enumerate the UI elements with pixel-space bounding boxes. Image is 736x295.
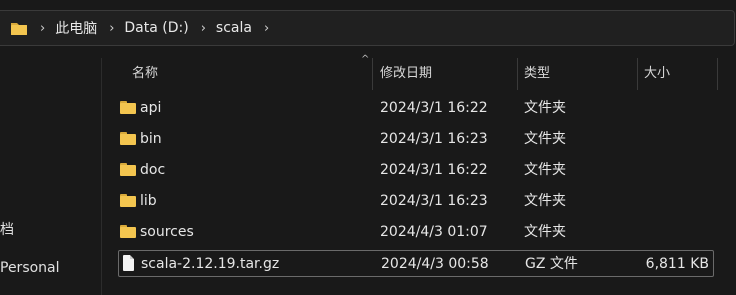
file-name: api	[140, 100, 162, 116]
sidebar-divider	[101, 58, 102, 295]
breadcrumb-item-data-drive[interactable]: Data (D:)	[124, 20, 188, 36]
column-divider[interactable]	[717, 58, 718, 90]
sidebar-item-documents[interactable]: 档	[0, 219, 14, 239]
folder-icon	[120, 163, 136, 176]
chevron-right-icon[interactable]: ›	[201, 21, 206, 36]
file-date: 2024/4/3 00:58	[381, 256, 489, 272]
column-header: ^ 名称 修改日期 类型 大小	[118, 54, 718, 90]
column-divider[interactable]	[517, 58, 518, 90]
folder-icon	[120, 194, 136, 207]
chevron-right-icon[interactable]: ›	[264, 21, 269, 36]
file-date: 2024/4/3 01:07	[380, 224, 488, 240]
file-explorer-window: › 此电脑 › Data (D:) › scala › 档 Personal ^…	[0, 0, 736, 295]
chevron-right-icon[interactable]: ›	[109, 21, 114, 36]
list-item[interactable]: lib 2024/3/1 16:23 文件夹	[118, 188, 714, 215]
list-item[interactable]: bin 2024/3/1 16:23 文件夹	[118, 126, 714, 153]
file-date: 2024/3/1 16:23	[380, 193, 488, 209]
sort-up-icon: ^	[361, 54, 370, 65]
column-header-date[interactable]: 修改日期	[380, 58, 432, 90]
address-bar[interactable]: › 此电脑 › Data (D:) › scala ›	[0, 10, 735, 46]
folder-icon	[10, 20, 28, 36]
column-divider[interactable]	[372, 58, 373, 90]
file-type: 文件夹	[524, 193, 566, 209]
file-type: 文件夹	[524, 224, 566, 240]
sidebar-item-personal[interactable]: Personal	[0, 260, 60, 276]
list-item[interactable]: api 2024/3/1 16:22 文件夹	[118, 95, 714, 122]
breadcrumb-item-this-pc[interactable]: 此电脑	[55, 18, 97, 38]
file-name: bin	[140, 131, 162, 147]
folder-icon	[120, 132, 136, 145]
file-date: 2024/3/1 16:23	[380, 131, 488, 147]
list-item-selected[interactable]: scala-2.12.19.tar.gz 2024/4/3 00:58 GZ 文…	[118, 250, 714, 277]
folder-icon	[120, 225, 136, 238]
file-name: sources	[140, 224, 194, 240]
file-name: scala-2.12.19.tar.gz	[141, 256, 280, 272]
file-type: 文件夹	[524, 100, 566, 116]
list-item[interactable]: sources 2024/4/3 01:07 文件夹	[118, 219, 714, 246]
file-type: 文件夹	[524, 131, 566, 147]
chevron-right-icon[interactable]: ›	[40, 21, 45, 36]
file-type: 文件夹	[524, 162, 566, 178]
file-size: 6,811 KB	[645, 256, 709, 272]
column-header-type[interactable]: 类型	[524, 58, 550, 90]
file-name: doc	[140, 162, 166, 178]
list-item[interactable]: doc 2024/3/1 16:22 文件夹	[118, 157, 714, 184]
file-icon	[123, 255, 134, 271]
column-header-name[interactable]: 名称	[132, 58, 158, 90]
file-date: 2024/3/1 16:22	[380, 100, 488, 116]
column-header-size[interactable]: 大小	[644, 58, 670, 90]
file-name: lib	[140, 193, 157, 209]
file-type: GZ 文件	[525, 256, 578, 272]
column-divider[interactable]	[637, 58, 638, 90]
breadcrumb-item-scala[interactable]: scala	[216, 20, 252, 36]
file-date: 2024/3/1 16:22	[380, 162, 488, 178]
folder-icon	[120, 101, 136, 114]
